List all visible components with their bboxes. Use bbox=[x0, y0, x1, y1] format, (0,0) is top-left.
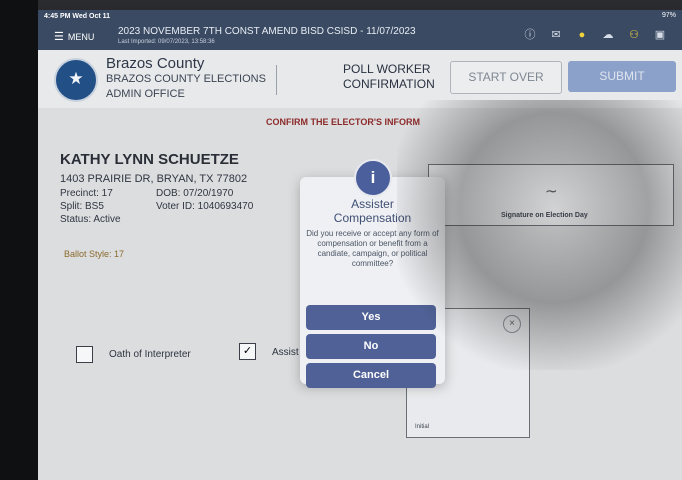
confirm-banner: CONFIRM THE ELECTOR'S INFORM bbox=[266, 117, 420, 127]
alert-icon[interactable]: ● bbox=[574, 28, 590, 42]
hamburger-icon: ☰ bbox=[54, 31, 64, 43]
assister-checkbox[interactable]: ✓ bbox=[239, 343, 256, 360]
info-icon[interactable]: ⓘ bbox=[522, 28, 538, 42]
signature-mark: ∼ bbox=[545, 183, 558, 200]
screen-bezel bbox=[0, 0, 38, 480]
chat-icon[interactable]: ▣ bbox=[652, 28, 668, 42]
modal-title-line-1: Assister bbox=[351, 197, 394, 211]
yes-button[interactable]: Yes bbox=[306, 305, 436, 330]
oath-label: Oath of Interpreter bbox=[109, 349, 191, 360]
assister-label: Assist bbox=[272, 347, 299, 358]
page-title-line-1: POLL WORKER bbox=[343, 62, 431, 76]
status-time: 4:45 PM Wed Oct 11 bbox=[44, 13, 111, 20]
county-subtitle: BRAZOS COUNTY ELECTIONS bbox=[106, 73, 266, 85]
app-screen: 4:45 PM Wed Oct 11 97% ☰ MENU 2023 NOVEMB… bbox=[38, 10, 682, 480]
close-icon[interactable]: × bbox=[503, 315, 521, 333]
page-title: POLL WORKER CONFIRMATION bbox=[343, 62, 435, 92]
status-battery: 97% bbox=[661, 12, 676, 19]
menu-button[interactable]: ☰ MENU bbox=[54, 30, 94, 43]
voter-id: Voter ID: 1040693470 bbox=[156, 201, 254, 212]
voter-status: Status: Active bbox=[60, 214, 121, 225]
no-button[interactable]: No bbox=[306, 334, 436, 359]
last-imported: Last Imported: 09/07/2023, 13:58:36 bbox=[118, 39, 215, 45]
top-icons: ⓘ ✉ ● ☁ ⚇ ▣ bbox=[522, 28, 668, 42]
county-name: Brazos County bbox=[106, 55, 205, 72]
voter-dob: DOB: 07/20/1970 bbox=[156, 188, 234, 199]
assister-compensation-modal: i Assister Compensation Did you receive o… bbox=[300, 159, 445, 388]
start-over-button[interactable]: START OVER bbox=[450, 61, 562, 94]
county-seal-icon: ★ bbox=[54, 58, 98, 102]
oath-checkbox[interactable] bbox=[76, 346, 93, 363]
cancel-button[interactable]: Cancel bbox=[306, 363, 436, 388]
header: ★ Brazos County BRAZOS COUNTY ELECTIONS … bbox=[38, 50, 682, 108]
modal-question: Did you receive or accept any form of co… bbox=[306, 229, 439, 268]
info-icon: i bbox=[354, 159, 392, 197]
county-subtitle-2: ADMIN OFFICE bbox=[106, 88, 185, 100]
modal-title-line-2: Compensation bbox=[333, 211, 412, 225]
top-bar: 4:45 PM Wed Oct 11 97% ☰ MENU 2023 NOVEMB… bbox=[38, 10, 682, 50]
signature-box[interactable]: ∼ Signature on Election Day bbox=[428, 164, 674, 226]
voter-split: Split: BS5 bbox=[60, 201, 104, 212]
voter-address: 1403 PRAIRIE DR, BRYAN, TX 77802 bbox=[60, 173, 248, 185]
voter-name: KATHY LYNN SCHUETZE bbox=[60, 151, 239, 168]
menu-label: MENU bbox=[67, 32, 95, 42]
ballot-style: Ballot Style: 17 bbox=[64, 249, 125, 259]
initial-label: Initial bbox=[415, 424, 430, 430]
cloud-icon[interactable]: ☁ bbox=[600, 28, 616, 42]
header-divider bbox=[276, 65, 277, 95]
submit-button[interactable]: SUBMIT bbox=[568, 61, 676, 92]
modal-title: Assister Compensation bbox=[300, 197, 445, 225]
voter-precinct: Precinct: 17 bbox=[60, 188, 113, 199]
signature-label: Signature on Election Day bbox=[501, 212, 588, 219]
election-title: 2023 NOVEMBER 7TH CONST AMEND BISD CSISD… bbox=[118, 26, 416, 37]
users-icon[interactable]: ⚇ bbox=[626, 28, 642, 42]
mail-icon[interactable]: ✉ bbox=[548, 28, 564, 42]
page-title-line-2: CONFIRMATION bbox=[343, 77, 435, 91]
